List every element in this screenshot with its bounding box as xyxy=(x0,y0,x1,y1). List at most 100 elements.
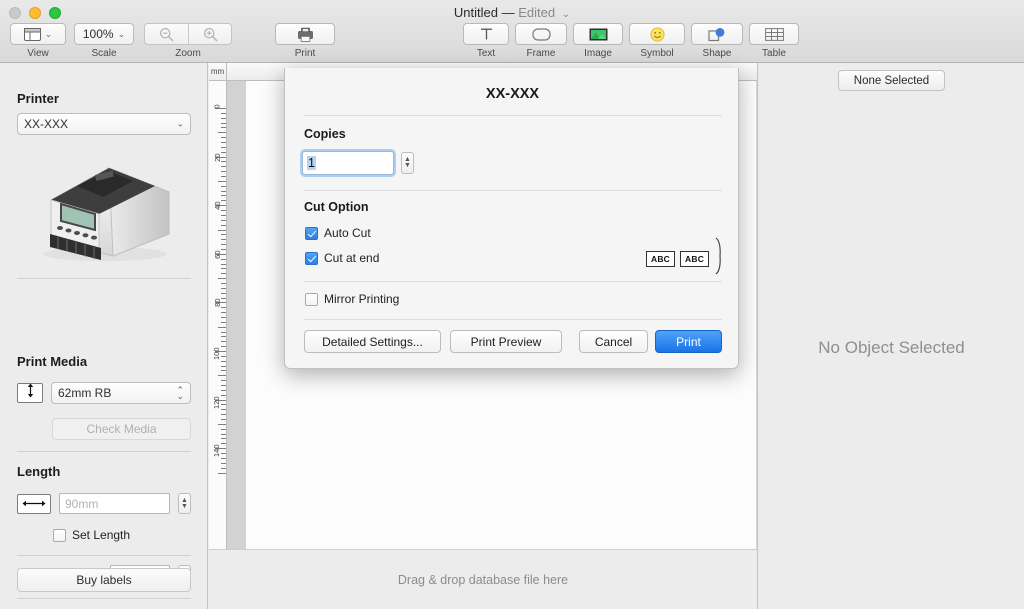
frame-label: Frame xyxy=(526,48,556,59)
ruler-tick xyxy=(221,414,226,416)
ruler-tick xyxy=(221,341,226,343)
smiley-icon xyxy=(649,26,665,42)
dialog-divider-3 xyxy=(304,281,722,282)
dialog-divider-1 xyxy=(304,115,722,116)
print-media-row: 62mm RB ⌃ ⌄ xyxy=(17,382,191,404)
ruler-tick xyxy=(221,190,226,192)
ruler-tick xyxy=(221,185,226,187)
scale-button[interactable]: 100% ⌄ xyxy=(74,23,134,45)
print-toolbar-button[interactable] xyxy=(275,23,335,45)
ruler-tick xyxy=(221,142,226,144)
detailed-settings-button[interactable]: Detailed Settings... xyxy=(304,330,441,353)
copies-input[interactable]: 1 xyxy=(302,151,394,175)
ruler-unit-label: mm xyxy=(209,63,227,81)
ruler-tick xyxy=(221,224,226,226)
set-length-checkbox-row[interactable]: Set Length xyxy=(53,528,130,542)
ruler-tick xyxy=(221,419,226,421)
ruler-tick xyxy=(221,244,226,246)
text-toolbar-item: Text xyxy=(463,23,509,59)
length-stepper[interactable]: ▲ ▼ xyxy=(178,493,191,514)
title-separator: — xyxy=(501,5,515,20)
cut-preview-label-2: ABC xyxy=(680,250,710,267)
ruler-tick-label: 60 xyxy=(212,250,222,259)
ruler-tick xyxy=(221,214,226,216)
table-button[interactable] xyxy=(749,23,799,45)
cut-at-end-row[interactable]: Cut at end xyxy=(305,251,379,265)
length-row: 90mm ▲ ▼ xyxy=(17,493,191,514)
ruler-tick xyxy=(221,176,226,178)
ruler-tick xyxy=(221,355,226,357)
ruler-tick xyxy=(218,278,226,280)
ruler-tick xyxy=(221,117,226,119)
symbol-button[interactable] xyxy=(629,23,685,45)
auto-cut-checkbox[interactable] xyxy=(305,226,318,240)
ruler-tick xyxy=(221,438,226,440)
up-down-arrow-icon: ⌃ ⌄ xyxy=(176,385,184,401)
toolbar-objects-group: Text Frame Image Symbol Shape Table xyxy=(463,23,799,59)
cut-at-end-checkbox[interactable] xyxy=(305,251,318,265)
table-grid-icon xyxy=(764,27,784,41)
mirror-printing-row[interactable]: Mirror Printing xyxy=(305,292,399,306)
ruler-tick xyxy=(221,287,226,289)
ruler-tick xyxy=(221,127,226,129)
ruler-tick xyxy=(221,171,226,173)
auto-cut-label: Auto Cut xyxy=(324,226,371,240)
set-length-checkbox[interactable] xyxy=(53,528,66,542)
print-toolbar-label: Print xyxy=(294,48,316,59)
zoom-in-button[interactable] xyxy=(188,24,231,44)
print-toolbar-item: Print xyxy=(275,23,335,59)
scale-toolbar-item: 100% ⌄ Scale xyxy=(74,23,134,59)
copies-heading: Copies xyxy=(304,127,346,141)
stepper-down-icon: ▼ xyxy=(181,502,188,510)
print-preview-button[interactable]: Print Preview xyxy=(450,330,562,353)
ruler-tick xyxy=(221,321,226,323)
view-button[interactable]: ⌄ xyxy=(10,23,66,45)
text-button[interactable] xyxy=(463,23,509,45)
image-toolbar-item: Image xyxy=(573,23,623,59)
sidebar-divider-1 xyxy=(17,278,191,279)
selection-status-badge[interactable]: None Selected xyxy=(838,70,945,91)
mirror-printing-checkbox[interactable] xyxy=(305,292,318,306)
shape-icon xyxy=(708,27,726,42)
app-window: Untitled — Edited ⌄ ⌄ View 100% ⌄ Scale … xyxy=(0,0,1024,609)
shape-button[interactable] xyxy=(691,23,743,45)
ruler-tick xyxy=(221,273,226,275)
sidebar-divider-4 xyxy=(17,598,191,599)
printer-select[interactable]: XX-XXX ⌄ xyxy=(17,113,191,135)
length-placeholder: 90mm xyxy=(65,496,99,511)
image-button[interactable] xyxy=(573,23,623,45)
auto-cut-row[interactable]: Auto Cut xyxy=(305,226,371,240)
copies-stepper[interactable]: ▲ ▼ xyxy=(401,152,414,174)
ruler-tick xyxy=(221,122,226,124)
title-chevron-down-icon[interactable]: ⌄ xyxy=(562,9,570,20)
database-drop-zone[interactable]: Drag & drop database file here xyxy=(209,549,757,609)
no-object-message: No Object Selected xyxy=(818,338,965,357)
dialog-divider-4 xyxy=(304,319,722,320)
sidebar-divider-2 xyxy=(17,451,191,452)
print-media-select[interactable]: 62mm RB ⌃ ⌄ xyxy=(51,382,191,404)
buy-labels-button[interactable]: Buy labels xyxy=(17,568,191,592)
ruler-tick xyxy=(221,307,226,309)
print-button[interactable]: Print xyxy=(655,330,722,353)
text-label: Text xyxy=(476,48,496,59)
ruler-tick xyxy=(221,234,226,236)
media-size-indicator xyxy=(17,383,43,403)
scale-value: 100% xyxy=(82,27,114,41)
scale-chevron-down-icon: ⌄ xyxy=(117,28,126,39)
check-media-button[interactable]: Check Media xyxy=(52,418,191,440)
ruler-tick xyxy=(221,380,226,382)
ruler-tick xyxy=(221,385,226,387)
ruler-tick xyxy=(218,375,226,377)
frame-button[interactable] xyxy=(515,23,567,45)
zoom-out-button[interactable] xyxy=(145,24,188,44)
vertical-ruler: 0 20 40 60 80 100 120 140 xyxy=(209,81,227,609)
ruler-tick xyxy=(221,433,226,435)
print-media-heading: Print Media xyxy=(17,354,88,369)
length-input[interactable]: 90mm xyxy=(59,493,170,514)
frame-toolbar-item: Frame xyxy=(515,23,567,59)
cancel-button[interactable]: Cancel xyxy=(579,330,648,353)
printer-illustration xyxy=(17,148,191,266)
ruler-tick xyxy=(221,146,226,148)
view-chevron-down-icon: ⌄ xyxy=(44,28,53,39)
ruler-tick xyxy=(221,112,226,114)
